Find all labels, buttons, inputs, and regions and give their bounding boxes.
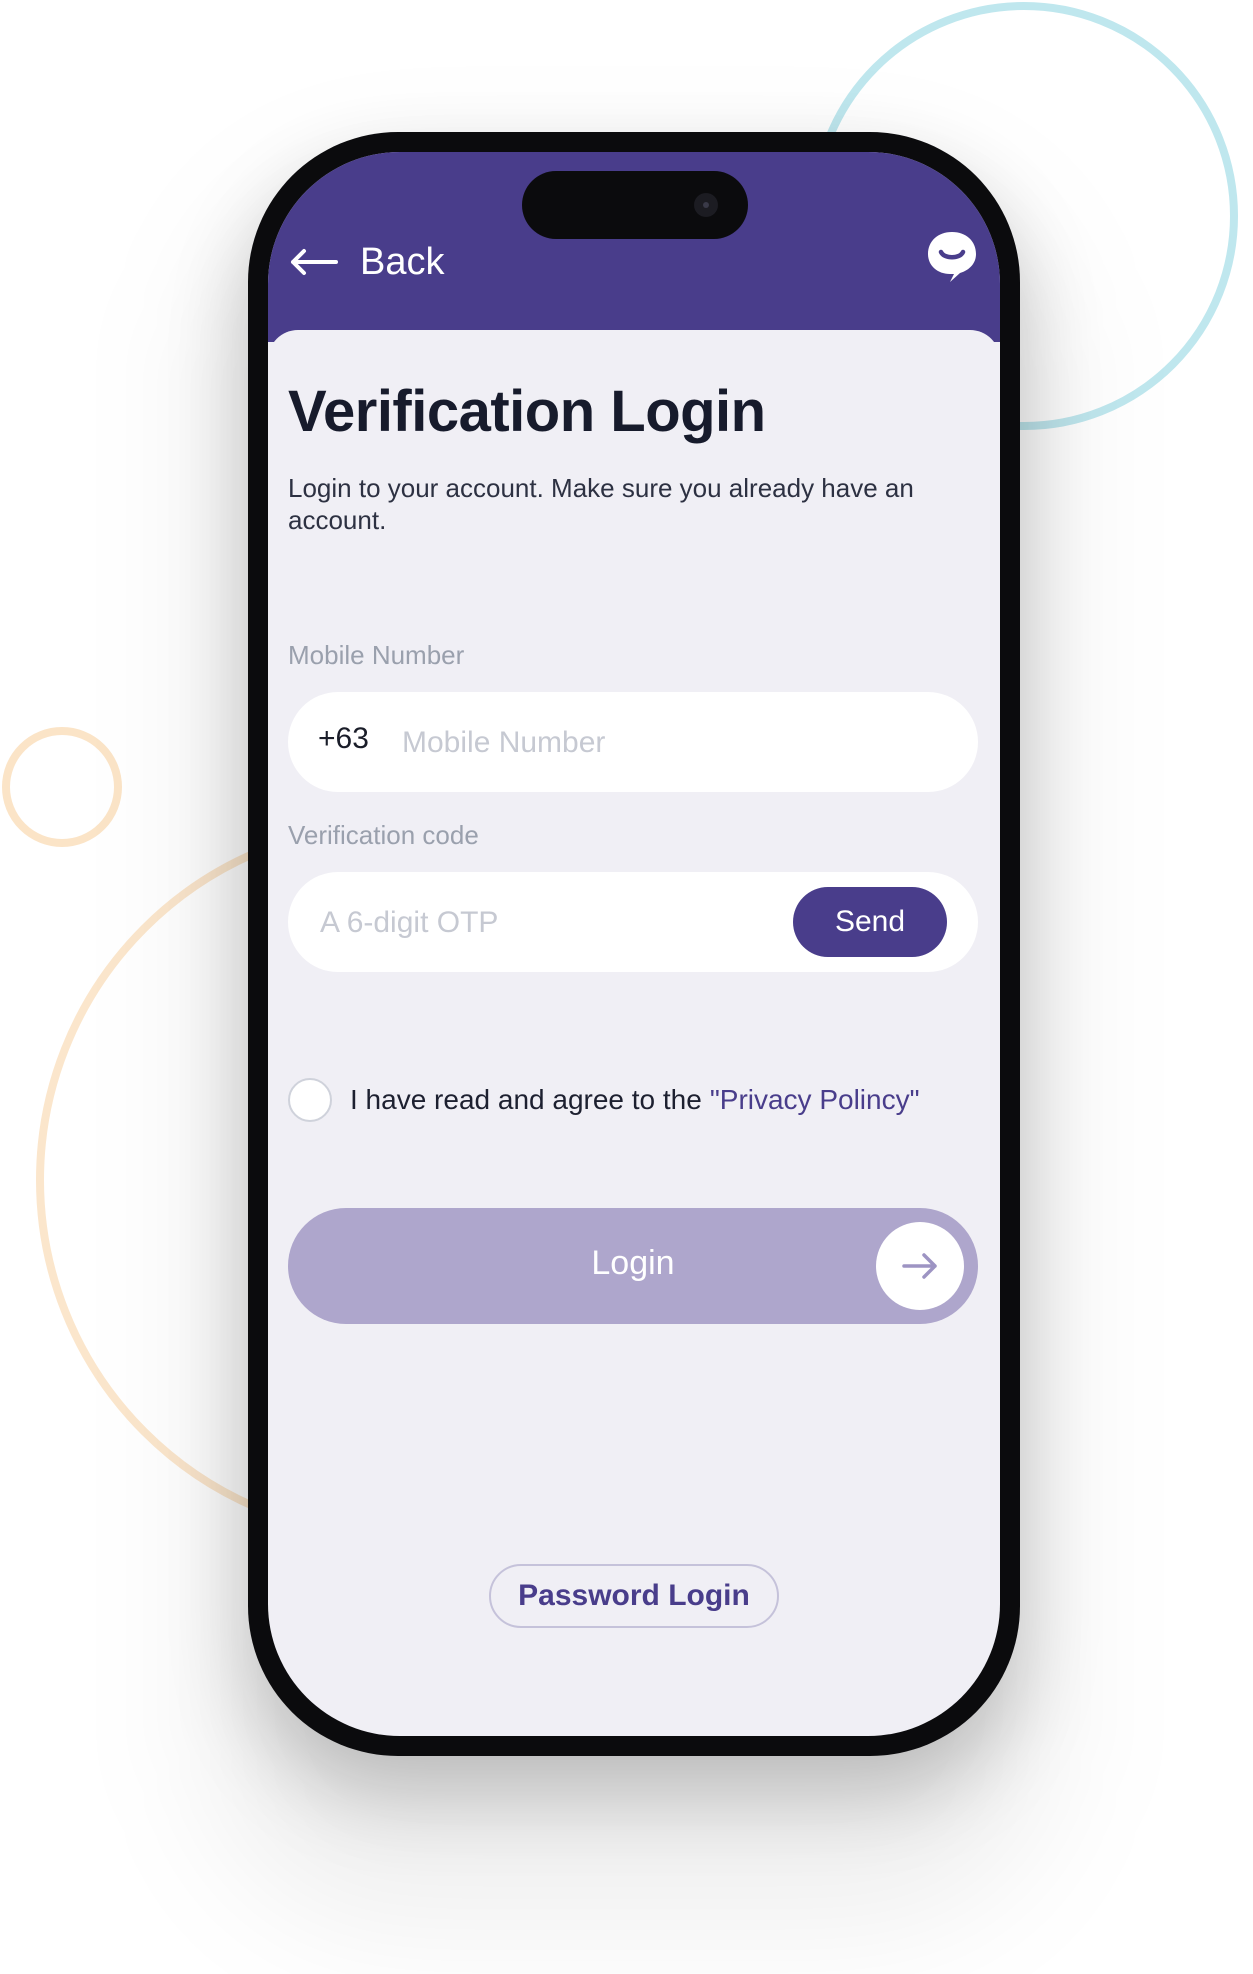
back-button[interactable]: Back [288,232,444,292]
arrow-right-icon [902,1253,937,1279]
country-code[interactable]: +63 [318,722,369,756]
otp-input[interactable] [318,872,782,974]
login-label: Login [591,1244,675,1282]
page-subtitle: Login to your account. Make sure you alr… [288,473,914,535]
back-label: Back [360,240,445,283]
chat-bubble-icon [928,232,976,282]
decorative-circle-small [2,727,122,847]
arrow-left-icon [291,249,338,275]
dynamic-island [522,171,748,239]
mobile-number-field: +63 [288,692,978,794]
phone-frame: Back Verification Login Login to your ac… [248,132,1020,1756]
page-title: Verification Login [288,379,766,444]
password-login-button[interactable]: Password Login [489,1564,779,1628]
camera-icon [694,193,718,217]
phone-screen: Back Verification Login Login to your ac… [268,152,1000,1736]
agreement-row: I have read and agree to the "Privacy Po… [288,1078,920,1122]
chat-button[interactable] [924,228,980,284]
mobile-number-label: Mobile Number [288,640,465,670]
privacy-policy-link[interactable]: "Privacy Polincy" [710,1084,920,1116]
login-arrow-circle [876,1222,964,1310]
agreement-checkbox[interactable] [288,1078,332,1122]
agreement-text: I have read and agree to the [350,1084,702,1115]
verification-code-label: Verification code [288,820,479,850]
mobile-number-input[interactable] [400,692,964,794]
login-button[interactable]: Login [288,1208,978,1324]
send-otp-button[interactable]: Send [793,887,947,957]
verification-code-field: Send [288,872,978,974]
